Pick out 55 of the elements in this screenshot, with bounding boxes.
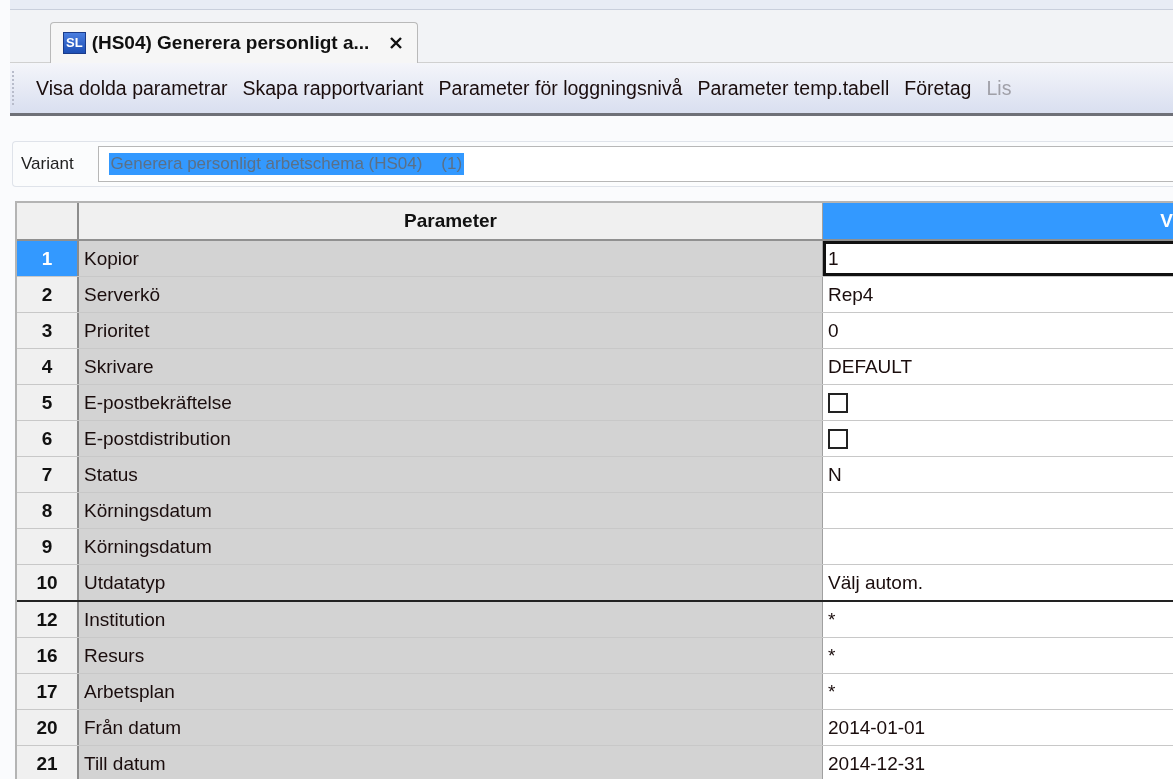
table-cell[interactable]: *: [823, 638, 1173, 673]
tab-title: (HS04) Generera personligt a...: [91, 32, 370, 54]
table-cell[interactable]: DEFAULT: [823, 349, 1173, 384]
row-number[interactable]: 8: [17, 493, 79, 528]
close-icon[interactable]: [389, 36, 404, 50]
toolbar-button[interactable]: Företag: [898, 76, 981, 100]
row-number[interactable]: 10: [17, 565, 79, 600]
table-cell: Kopior: [79, 241, 823, 276]
table-cell[interactable]: *: [823, 602, 1173, 637]
row-number[interactable]: 21: [17, 746, 79, 779]
row-number[interactable]: 5: [17, 385, 79, 420]
table-cell: Prioritet: [79, 313, 823, 348]
row-number[interactable]: 17: [17, 674, 79, 709]
document-tab[interactable]: SL (HS04) Generera personligt a...: [50, 22, 419, 63]
column-header[interactable]: Parameter: [79, 203, 823, 239]
table-cell: E-postdistribution: [79, 421, 823, 456]
table-cell: Resurs: [79, 638, 823, 673]
table-cell[interactable]: Rep4: [823, 277, 1173, 312]
checkbox[interactable]: [828, 428, 848, 449]
table-cell: Serverkö: [79, 277, 823, 312]
checkbox[interactable]: [828, 392, 848, 413]
table-cell[interactable]: Välj autom.: [823, 565, 1173, 600]
table-cell: Utdatatyp: [79, 565, 823, 600]
toolbar-button[interactable]: Visa dolda parametrar: [30, 76, 237, 100]
table-cell[interactable]: 2014-12-31: [823, 746, 1173, 779]
table-cell: Från datum: [79, 710, 823, 745]
table-cell[interactable]: N: [823, 457, 1173, 492]
row-number[interactable]: 4: [17, 349, 79, 384]
app-icon: SL: [63, 32, 86, 54]
table-cell: Arbetsplan: [79, 674, 823, 709]
table-cell: Körningsdatum: [79, 493, 823, 528]
row-number[interactable]: 6: [17, 421, 79, 456]
table-cell: Skrivare: [79, 349, 823, 384]
row-number[interactable]: 2: [17, 277, 79, 312]
table-cell: Till datum: [79, 746, 823, 779]
table-cell: Institution: [79, 602, 823, 637]
row-number[interactable]: 20: [17, 710, 79, 745]
table-cell[interactable]: 2014-01-01: [823, 710, 1173, 745]
table-cell[interactable]: [823, 529, 1173, 564]
row-number[interactable]: 3: [17, 313, 79, 348]
table-cell[interactable]: *: [823, 674, 1173, 709]
table-cell[interactable]: [823, 493, 1173, 528]
table-cell[interactable]: 0: [823, 313, 1173, 348]
toolbar-button[interactable]: Parameter för loggningsnivå: [432, 76, 692, 100]
toolbar-button[interactable]: Skapa rapportvariant: [236, 76, 433, 100]
table-cell: E-postbekräftelse: [79, 385, 823, 420]
row-number[interactable]: 7: [17, 457, 79, 492]
row-number[interactable]: 9: [17, 529, 79, 564]
table-cell: Status: [79, 457, 823, 492]
table-cell: Körningsdatum: [79, 529, 823, 564]
row-number[interactable]: 16: [17, 638, 79, 673]
variant-label: Variant: [20, 154, 75, 174]
toolbar-button[interactable]: Parameter temp.tabell: [691, 76, 899, 100]
table-cell[interactable]: 1: [823, 241, 1173, 276]
row-number[interactable]: 12: [17, 602, 79, 637]
